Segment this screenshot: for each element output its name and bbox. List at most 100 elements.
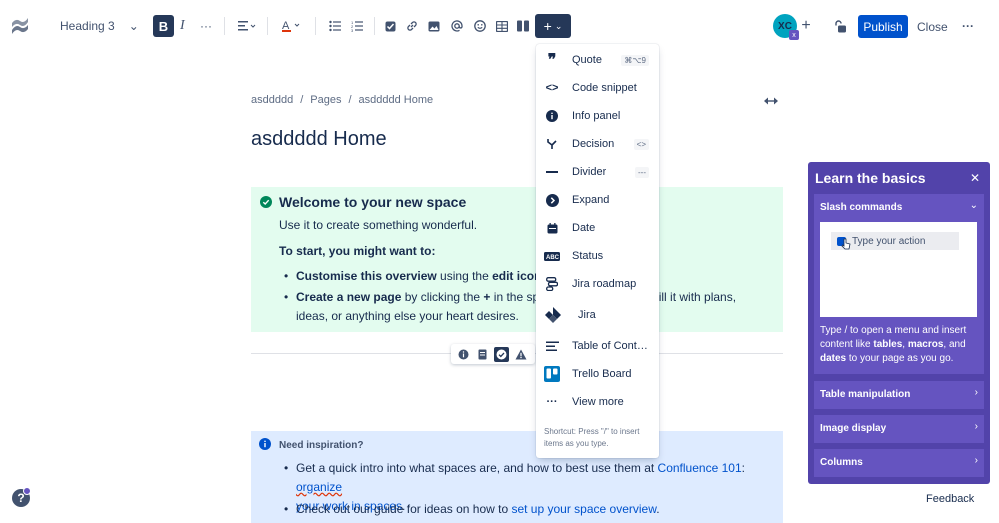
feedback-link[interactable]: Feedback bbox=[926, 493, 974, 505]
confluence-logo-icon[interactable] bbox=[10, 16, 30, 36]
menu-item-label: Jira bbox=[578, 309, 596, 321]
alignment-button[interactable] bbox=[236, 15, 258, 37]
menu-item-divider[interactable]: Divider --- bbox=[536, 158, 659, 186]
menu-item-label: View more bbox=[572, 396, 624, 408]
layouts-button[interactable] bbox=[516, 15, 530, 37]
plus-icon: + bbox=[801, 17, 811, 34]
panel-heading: Need inspiration? bbox=[279, 440, 364, 451]
desc-text: to your page as you go. bbox=[846, 353, 954, 364]
more-actions-button[interactable]: ··· bbox=[960, 15, 976, 37]
chevron-down-icon: ⌄ bbox=[554, 20, 563, 31]
list-text: ideas, or anything else your heart desir… bbox=[296, 309, 519, 323]
toolbar-divider bbox=[224, 17, 225, 35]
action-item-button[interactable] bbox=[383, 15, 397, 37]
accordion-slash-commands[interactable]: Slash commands ⌄ Type your action Type /… bbox=[814, 194, 984, 374]
list-text: . bbox=[656, 502, 660, 516]
bullet-list-button[interactable] bbox=[327, 15, 343, 37]
breadcrumb-item[interactable]: asddddd Home bbox=[359, 94, 434, 106]
toc-icon bbox=[544, 338, 560, 354]
emoji-button[interactable] bbox=[473, 15, 487, 37]
info-panel-type-button[interactable] bbox=[456, 347, 471, 362]
menu-item-status[interactable]: ABC Status bbox=[536, 242, 659, 270]
menu-item-label: Code snippet bbox=[572, 82, 637, 94]
menu-item-decision[interactable]: Decision <> bbox=[536, 130, 659, 158]
breadcrumb-separator: / bbox=[348, 94, 352, 106]
accordion-columns[interactable]: Columns › bbox=[814, 449, 984, 477]
publish-button[interactable]: Publish bbox=[858, 15, 908, 38]
menu-item-label: Expand bbox=[572, 194, 610, 206]
menu-item-code-snippet[interactable]: <> Code snippet bbox=[536, 74, 659, 102]
menu-item-info-panel[interactable]: Info panel bbox=[536, 102, 659, 130]
jira-icon bbox=[543, 305, 563, 325]
bullet-list-icon bbox=[329, 20, 341, 32]
cursor-icon bbox=[841, 238, 851, 250]
slash-command-demo: Type your action bbox=[820, 222, 977, 317]
invite-button[interactable]: + bbox=[799, 15, 813, 37]
menu-item-view-more[interactable]: ··· View more bbox=[536, 388, 659, 416]
code-icon: <> bbox=[545, 82, 559, 94]
menu-item-expand[interactable]: Expand bbox=[536, 186, 659, 214]
confluence-101-link[interactable]: Confluence 101 bbox=[658, 461, 742, 475]
image-button[interactable] bbox=[427, 15, 441, 37]
breadcrumb: asddddd / Pages / asddddd Home bbox=[251, 94, 433, 106]
success-panel-type-button[interactable] bbox=[494, 346, 509, 362]
breadcrumb-item[interactable]: asddddd bbox=[251, 94, 293, 106]
menu-item-trello-board[interactable]: Trello Board bbox=[536, 360, 659, 388]
keyboard-shortcut: <> bbox=[633, 138, 649, 150]
svg-text:ABC: ABC bbox=[546, 254, 560, 260]
text-color-button[interactable]: A bbox=[280, 15, 304, 37]
table-button[interactable] bbox=[495, 15, 509, 37]
desc-bold: dates bbox=[820, 353, 847, 364]
space-overview-link[interactable]: set up your space overview bbox=[511, 502, 656, 516]
numbered-list-button[interactable]: 1 2 3 bbox=[349, 15, 365, 37]
chevron-right-icon: › bbox=[974, 421, 978, 432]
menu-item-label: Date bbox=[572, 222, 596, 234]
info-panel[interactable]: Need inspiration? Get a quick intro into… bbox=[251, 431, 783, 523]
warning-panel-type-button[interactable] bbox=[513, 347, 528, 362]
organize-link[interactable]: organize bbox=[296, 480, 342, 494]
note-panel-type-button[interactable] bbox=[475, 347, 490, 362]
list-text: using the bbox=[436, 269, 493, 283]
list-text: Get a quick intro into what spaces are, … bbox=[296, 461, 658, 475]
bold-text: Customise this overview bbox=[296, 269, 437, 283]
svg-text:3: 3 bbox=[351, 28, 354, 32]
list-text: Check out our guide for ideas on how to bbox=[296, 502, 512, 516]
close-button[interactable]: Close bbox=[917, 15, 948, 38]
chevron-right-icon: › bbox=[974, 387, 978, 398]
at-mention-icon bbox=[451, 20, 463, 32]
link-button[interactable] bbox=[405, 15, 419, 37]
text-style-dropdown[interactable]: Heading 3 ⌄ bbox=[52, 14, 147, 38]
info-icon bbox=[259, 438, 271, 450]
italic-button[interactable]: I bbox=[180, 15, 185, 37]
menu-item-quote[interactable]: ❞ Quote ⌘⌥9 bbox=[536, 46, 659, 74]
insert-menu-button[interactable]: + ⌄ bbox=[535, 14, 571, 38]
breadcrumb-item[interactable]: Pages bbox=[310, 94, 341, 106]
success-panel[interactable]: Welcome to your new space Use it to crea… bbox=[251, 187, 783, 332]
collaborator-badge: x bbox=[789, 30, 799, 40]
warning-icon bbox=[515, 349, 526, 359]
desc-text: , and bbox=[943, 339, 966, 350]
accordion-table-manipulation[interactable]: Table manipulation › bbox=[814, 381, 984, 409]
menu-item-date[interactable]: Date bbox=[536, 214, 659, 242]
menu-item-jira-roadmap[interactable]: Jira roadmap bbox=[536, 270, 659, 298]
close-icon[interactable]: ✕ bbox=[970, 171, 980, 185]
mention-button[interactable] bbox=[450, 15, 464, 37]
accordion-image-display[interactable]: Image display › bbox=[814, 415, 984, 443]
chevron-right-icon: › bbox=[974, 455, 978, 466]
page-title[interactable]: asddddd Home bbox=[251, 128, 387, 151]
note-icon bbox=[478, 349, 487, 359]
bold-text: edit icon bbox=[492, 269, 542, 283]
bold-button[interactable]: B bbox=[153, 15, 174, 37]
more-formatting-button[interactable]: ··· bbox=[200, 15, 212, 37]
full-width-icon[interactable] bbox=[763, 95, 779, 107]
text-style-label: Heading 3 bbox=[60, 19, 115, 33]
keyboard-shortcut: ⌘⌥9 bbox=[621, 54, 649, 66]
columns-layout-icon bbox=[517, 20, 529, 32]
accordion-label: Slash commands bbox=[820, 202, 903, 213]
editor-toolbar: Heading 3 ⌄ B I ··· A 1 2 3 + ⌄ XC x + P… bbox=[0, 0, 999, 52]
menu-item-jira[interactable]: Jira bbox=[536, 298, 659, 332]
restrictions-button[interactable] bbox=[832, 15, 848, 37]
menu-item-table-of-contents[interactable]: Table of Conte... bbox=[536, 332, 659, 360]
toolbar-divider bbox=[315, 17, 316, 35]
desc-bold: tables bbox=[873, 339, 903, 350]
